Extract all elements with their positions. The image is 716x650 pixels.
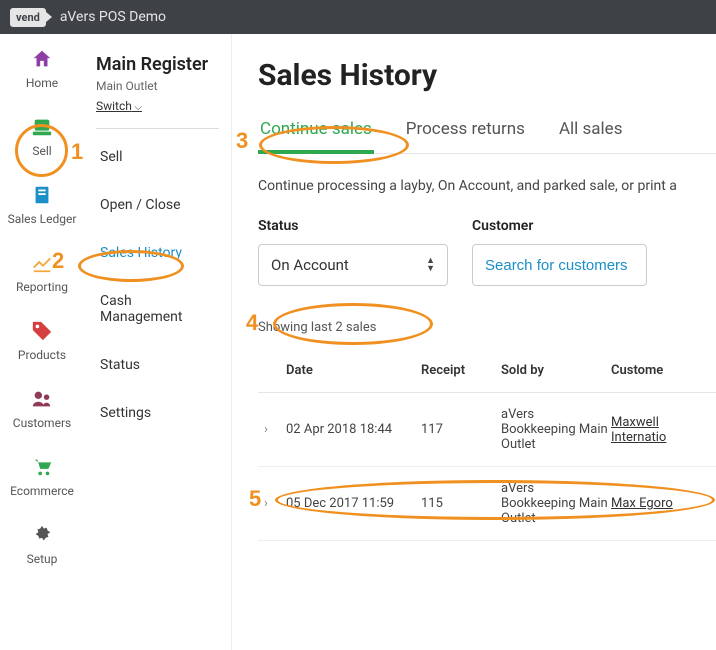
col-customer: Custome (611, 363, 710, 378)
cell-receipt: 115 (421, 496, 501, 511)
side-nav-cash-management[interactable]: Cash Management (96, 283, 219, 335)
cart-icon (31, 456, 53, 478)
customer-label: Customer (472, 218, 647, 234)
outlet-name: Main Outlet (96, 79, 219, 93)
cell-customer[interactable]: Maxwell Internatio (611, 415, 710, 445)
rail-label: Sales Ledger (8, 212, 77, 226)
tab-process-returns[interactable]: Process returns (404, 119, 527, 153)
table-header: Date Receipt Sold by Custome (258, 349, 716, 393)
sales-table: Date Receipt Sold by Custome › 02 Apr 20… (258, 349, 716, 541)
col-receipt: Receipt (421, 363, 501, 378)
page-title: Sales History (258, 58, 716, 93)
cell-customer[interactable]: Max Egoro (611, 496, 710, 511)
rail-setup[interactable]: Setup (0, 524, 84, 566)
expand-icon[interactable]: › (264, 422, 286, 437)
tab-continue-sales[interactable]: Continue sales (258, 119, 374, 153)
filters: Status On Account ▲▼ Customer (258, 218, 716, 286)
nav-rail: Home Sell Sales Ledger Reporting Product… (0, 34, 84, 650)
side-nav-sales-history[interactable]: Sales History (96, 235, 219, 271)
cell-date: 02 Apr 2018 18:44 (286, 422, 421, 437)
expand-icon[interactable]: › (264, 496, 286, 511)
tabs: Continue sales Process returns All sales (258, 119, 716, 154)
rail-label: Ecommerce (10, 484, 74, 498)
cell-soldby: aVers Bookkeeping Main Outlet (501, 481, 611, 526)
tag-icon (31, 320, 53, 342)
customer-search-input[interactable] (472, 244, 647, 286)
rail-home[interactable]: Home (0, 48, 84, 90)
rail-label: Home (26, 76, 58, 90)
rail-ecommerce[interactable]: Ecommerce (0, 456, 84, 498)
customers-icon (31, 388, 53, 410)
main-content: Sales History Continue sales Process ret… (232, 34, 716, 650)
topbar: vend aVers POS Demo (0, 0, 716, 34)
helper-text: Continue processing a layby, On Account,… (258, 178, 716, 194)
rail-label: Products (18, 348, 66, 362)
register-title: Main Register (96, 54, 219, 75)
rail-products[interactable]: Products (0, 320, 84, 362)
gear-icon (31, 524, 53, 546)
showing-text: Showing last 2 sales (258, 320, 716, 335)
rail-label: Reporting (16, 280, 68, 294)
rail-label: Setup (27, 552, 58, 566)
topbar-title: aVers POS Demo (60, 9, 166, 25)
home-icon (31, 48, 53, 70)
table-row[interactable]: › 02 Apr 2018 18:44 117 aVers Bookkeepin… (258, 393, 716, 467)
rail-sales-ledger[interactable]: Sales Ledger (0, 184, 84, 226)
side-nav: Sell Open / Close Sales History Cash Man… (96, 139, 219, 431)
col-soldby: Sold by (501, 363, 611, 378)
rail-reporting[interactable]: Reporting (0, 252, 84, 294)
status-label: Status (258, 218, 448, 234)
cell-date: 05 Dec 2017 11:59 (286, 496, 421, 511)
divider (96, 128, 219, 129)
status-value: On Account (271, 256, 349, 274)
table-row[interactable]: › 05 Dec 2017 11:59 115 aVers Bookkeepin… (258, 467, 716, 541)
side-nav-settings[interactable]: Settings (96, 395, 219, 431)
side-nav-status[interactable]: Status (96, 347, 219, 383)
cell-soldby: aVers Bookkeeping Main Outlet (501, 407, 611, 452)
rail-customers[interactable]: Customers (0, 388, 84, 430)
rail-label: Sell (32, 144, 51, 158)
status-select[interactable]: On Account ▲▼ (258, 244, 448, 286)
register-icon (31, 116, 53, 138)
sidebar: Main Register Main Outlet Switch Sell Op… (84, 34, 232, 650)
vend-logo: vend (10, 8, 46, 27)
side-nav-sell[interactable]: Sell (96, 139, 219, 175)
col-date: Date (286, 363, 421, 378)
switch-link[interactable]: Switch (96, 99, 142, 113)
rail-sell[interactable]: Sell (0, 116, 84, 158)
spinner-icon: ▲▼ (426, 257, 435, 273)
rail-label: Customers (13, 416, 71, 430)
reporting-icon (31, 252, 53, 274)
cell-receipt: 117 (421, 422, 501, 437)
side-nav-open-close[interactable]: Open / Close (96, 187, 219, 223)
tab-all-sales[interactable]: All sales (557, 119, 625, 153)
ledger-icon (31, 184, 53, 206)
